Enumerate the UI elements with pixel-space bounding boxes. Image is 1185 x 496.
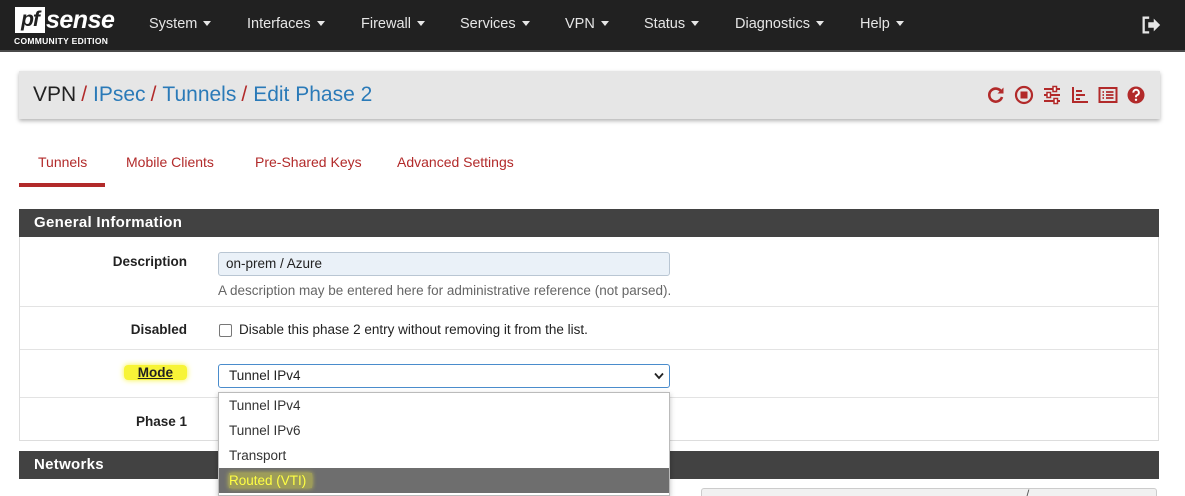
mode-dropdown-list: Tunnel IPv4 Tunnel IPv6 Transport Routed… (218, 392, 670, 496)
help-icon[interactable] (1126, 85, 1146, 105)
mode-option-routed-vti[interactable]: Routed (VTI) (219, 468, 669, 493)
caret-down-icon (815, 20, 824, 26)
mode-option-routed-vti-label: Routed (VTI) (229, 473, 313, 488)
tab-mobile-clients[interactable]: Mobile Clients (126, 154, 214, 170)
description-label: Description (112, 254, 187, 269)
breadcrumb-separator: / (241, 83, 248, 106)
caret-down-icon (416, 20, 425, 26)
breadcrumb-separator: / (150, 83, 157, 106)
breadcrumb-separator: / (81, 83, 88, 106)
nav-interfaces-label: Interfaces (247, 16, 311, 32)
nav-interfaces[interactable]: Interfaces (247, 16, 325, 32)
nav-firewall[interactable]: Firewall (361, 16, 425, 32)
mode-label: Mode (123, 365, 187, 380)
logo-pf-mark: pf (15, 7, 45, 33)
top-navbar: pf sense COMMUNITY EDITION System Interf… (0, 0, 1185, 52)
logo-subtitle: COMMUNITY EDITION (14, 36, 109, 46)
bar-chart-icon[interactable] (1070, 85, 1090, 105)
general-information-heading: General Information (19, 209, 1159, 237)
row-divider (20, 306, 1158, 307)
header-icon-bar (986, 85, 1146, 105)
nav-vpn[interactable]: VPN (565, 16, 609, 32)
nav-system[interactable]: System (149, 16, 212, 32)
tab-tunnels[interactable]: Tunnels (38, 154, 87, 170)
disabled-label: Disabled (130, 322, 187, 337)
caret-down-icon (600, 20, 609, 26)
subnet-separator: / (1026, 487, 1030, 496)
mode-label-cell: Mode (19, 365, 187, 380)
breadcrumb-edit-phase2[interactable]: Edit Phase 2 (253, 83, 372, 106)
breadcrumb: VPN / IPsec / Tunnels / Edit Phase 2 (33, 83, 372, 107)
caret-down-icon (316, 20, 325, 26)
description-input[interactable]: on-prem / Azure (218, 252, 670, 276)
caret-down-icon (521, 20, 530, 26)
nav-services[interactable]: Services (460, 16, 530, 32)
logo-sense-text: sense (46, 6, 115, 34)
mode-select[interactable]: Tunnel IPv4 (218, 364, 670, 388)
nav-diagnostics[interactable]: Diagnostics (735, 16, 824, 32)
caret-down-icon (895, 20, 904, 26)
list-icon[interactable] (1098, 85, 1118, 105)
row-divider (20, 349, 1158, 350)
breadcrumb-tunnels[interactable]: Tunnels (162, 83, 236, 106)
disabled-checkbox-label[interactable]: Disable this phase 2 entry without remov… (239, 322, 588, 337)
chevron-down-icon (654, 372, 664, 380)
breadcrumb-root: VPN (33, 83, 77, 106)
mode-selected-value: Tunnel IPv4 (229, 368, 301, 383)
stop-circle-icon[interactable] (1014, 85, 1034, 105)
nav-diagnostics-label: Diagnostics (735, 16, 810, 32)
mode-option-tunnel-ipv6[interactable]: Tunnel IPv6 (219, 418, 669, 443)
nav-status-label: Status (644, 16, 686, 32)
mode-option-tunnel-ipv4[interactable]: Tunnel IPv4 (219, 393, 669, 418)
caret-down-icon (691, 20, 700, 26)
pfsense-logo[interactable]: pf sense COMMUNITY EDITION (12, 5, 122, 47)
description-help-text: A description may be entered here for ad… (218, 283, 672, 298)
nav-services-label: Services (460, 16, 516, 32)
logout-icon[interactable] (1140, 14, 1162, 36)
nav-help-label: Help (860, 16, 890, 32)
caret-down-icon (203, 20, 212, 26)
nav-status[interactable]: Status (644, 16, 700, 32)
breadcrumb-panel: VPN / IPsec / Tunnels / Edit Phase 2 (19, 71, 1160, 119)
nav-vpn-label: VPN (565, 16, 595, 32)
nav-help[interactable]: Help (860, 16, 904, 32)
nav-system-label: System (149, 16, 198, 32)
sliders-icon[interactable] (1042, 85, 1062, 105)
reload-icon[interactable] (986, 85, 1006, 105)
disabled-checkbox[interactable] (219, 324, 232, 337)
tab-advanced-settings[interactable]: Advanced Settings (397, 154, 514, 170)
phase1-label: Phase 1 (135, 414, 187, 429)
nav-firewall-label: Firewall (361, 16, 411, 32)
mode-option-transport[interactable]: Transport (219, 443, 669, 468)
tab-active-indicator (19, 183, 105, 187)
tab-pre-shared-keys[interactable]: Pre-Shared Keys (255, 154, 362, 170)
network-address-input[interactable] (701, 488, 1157, 496)
breadcrumb-ipsec[interactable]: IPsec (93, 83, 146, 106)
